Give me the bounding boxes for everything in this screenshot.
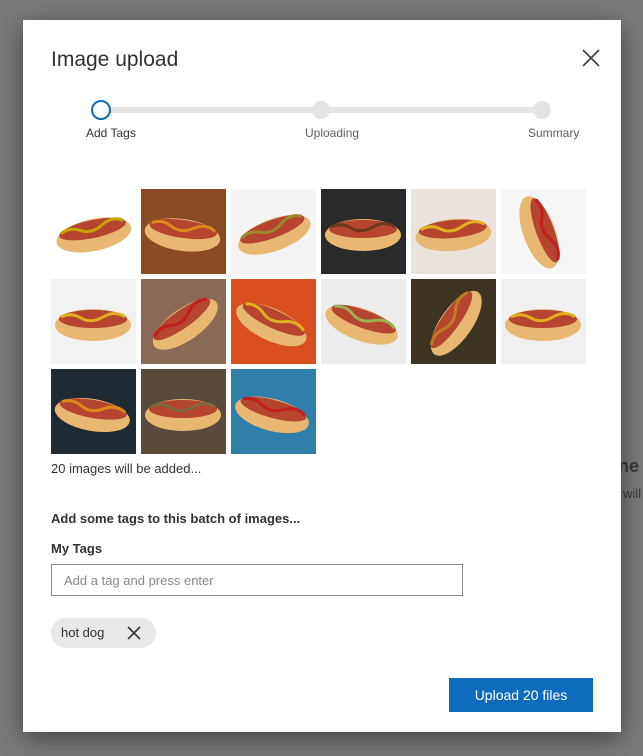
- image-thumbnail: [321, 189, 406, 274]
- image-thumbnail: [231, 369, 316, 454]
- step-label-summary: Summary: [528, 126, 580, 140]
- image-upload-dialog: Image upload Add Tags Uploading Summary …: [23, 20, 621, 732]
- image-thumbnail: [231, 189, 316, 274]
- tag-input[interactable]: [51, 564, 463, 596]
- image-thumbnail: [321, 279, 406, 364]
- progress-stepper: Add Tags Uploading Summary: [23, 20, 621, 160]
- tag-chip-hot-dog: hot dog: [51, 618, 156, 648]
- step-label-uploading: Uploading: [305, 126, 360, 140]
- image-thumbnail: [51, 279, 136, 364]
- image-thumbnail: [141, 279, 226, 364]
- background-heading-fragment: ne: [618, 456, 640, 476]
- step-dot-uploading: [312, 101, 330, 119]
- upload-button[interactable]: Upload 20 files: [449, 678, 593, 712]
- images-count-text: 20 images will be added...: [51, 461, 202, 476]
- step-dot-add-tags: [91, 100, 111, 120]
- image-thumbnail: [51, 189, 136, 274]
- my-tags-label: My Tags: [51, 541, 103, 556]
- image-thumbnail: [141, 369, 226, 454]
- image-thumbnail: [411, 279, 496, 364]
- image-thumbnail: [501, 279, 586, 364]
- image-thumbnail: [141, 189, 226, 274]
- image-thumbnail: [411, 189, 496, 274]
- tags-prompt: Add some tags to this batch of images...: [51, 511, 301, 526]
- tag-chip-label: hot dog: [61, 625, 105, 640]
- step-dot-summary: [533, 101, 551, 119]
- image-thumbnail: [51, 369, 136, 454]
- step-label-add-tags: Add Tags: [86, 126, 136, 140]
- image-thumbnail: [231, 279, 316, 364]
- image-thumbnail: [501, 189, 586, 274]
- background-text-fragment: will: [623, 486, 642, 501]
- remove-tag-icon[interactable]: [125, 624, 143, 642]
